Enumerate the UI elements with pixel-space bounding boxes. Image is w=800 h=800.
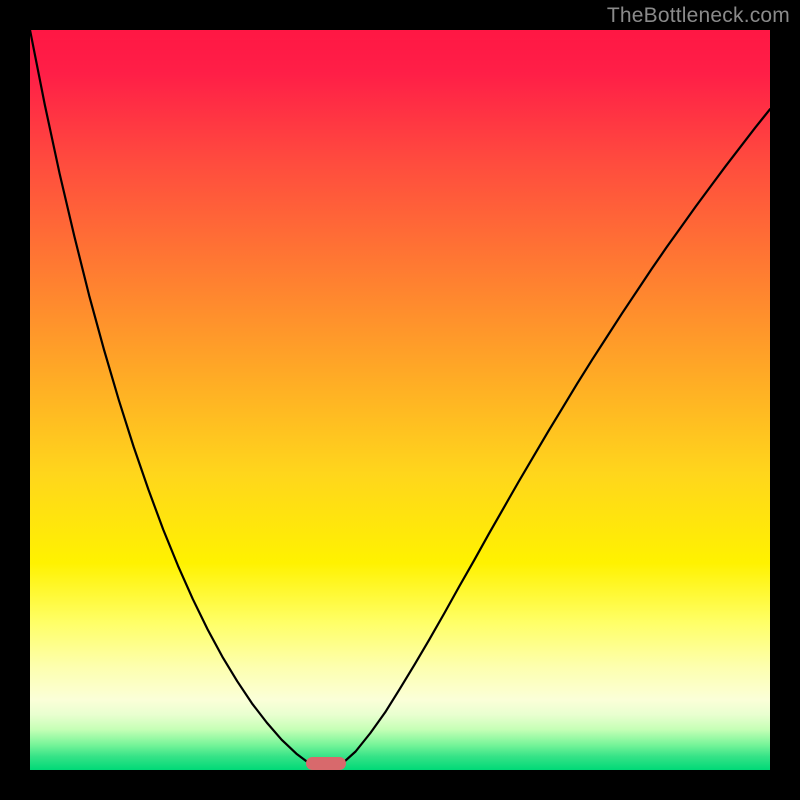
minimum-marker bbox=[306, 757, 345, 770]
bottleneck-curve bbox=[30, 30, 770, 770]
chart-frame: TheBottleneck.com bbox=[0, 0, 800, 800]
plot-area bbox=[30, 30, 770, 770]
watermark-text: TheBottleneck.com bbox=[607, 4, 790, 28]
curve-layer bbox=[30, 30, 770, 770]
